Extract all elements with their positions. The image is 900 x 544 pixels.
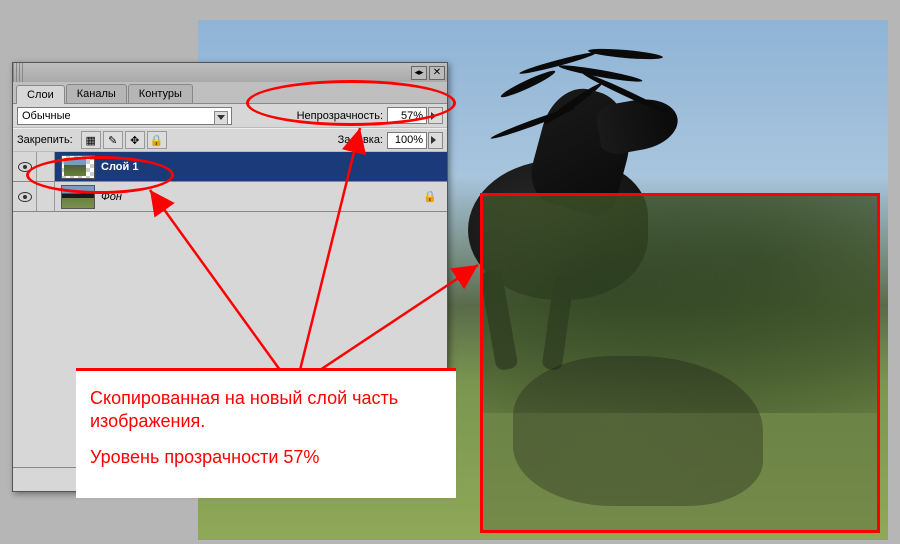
opacity-label: Непрозрачность:	[297, 110, 383, 122]
layer-thumbnail[interactable]	[61, 185, 95, 209]
blend-mode-value: Обычные	[22, 110, 71, 122]
tab-channels[interactable]: Каналы	[66, 84, 127, 103]
layer-name-label[interactable]: Слой 1	[101, 161, 138, 173]
lock-transparency-button[interactable]: ▦	[81, 131, 101, 149]
layer-row[interactable]: Слой 1	[13, 152, 447, 182]
opacity-input[interactable]: 57%	[387, 107, 427, 124]
annotation-text-1: Скопированная на новый слой часть изобра…	[90, 387, 442, 432]
layers-list: Слой 1 Фон 🔒	[13, 152, 447, 212]
tab-paths[interactable]: Контуры	[128, 84, 193, 103]
panel-close-button[interactable]: ✕	[429, 66, 445, 80]
layer-visibility-toggle[interactable]	[13, 182, 37, 211]
blend-mode-select[interactable]: Обычные	[17, 107, 232, 125]
annotation-callout: Скопированная на новый слой часть изобра…	[76, 368, 456, 498]
annotation-text-2: Уровень прозрачности 57%	[90, 446, 442, 469]
layer-link-column[interactable]	[37, 152, 55, 181]
fill-label: Заливка:	[338, 134, 383, 146]
lock-icon: 🔒	[423, 190, 437, 203]
lock-all-button[interactable]: 🔒	[147, 131, 167, 149]
fill-input[interactable]: 100%	[387, 132, 427, 149]
selection-overlay	[480, 193, 880, 533]
layer-link-column[interactable]	[37, 182, 55, 211]
lock-position-button[interactable]: ✥	[125, 131, 145, 149]
layer-name-label[interactable]: Фон	[101, 191, 122, 203]
lock-pixels-button[interactable]: ✎	[103, 131, 123, 149]
panel-grip-icon[interactable]	[13, 63, 23, 82]
layer-visibility-toggle[interactable]	[13, 152, 37, 181]
panel-tabs: Слои Каналы Контуры	[13, 82, 447, 104]
layer-row[interactable]: Фон 🔒	[13, 182, 447, 212]
eye-icon	[18, 162, 32, 172]
eye-icon	[18, 192, 32, 202]
lock-label: Закрепить:	[17, 134, 73, 146]
layer-thumbnail[interactable]	[61, 155, 95, 179]
tab-layers[interactable]: Слои	[16, 85, 65, 104]
panel-titlebar[interactable]: ◂▸ ✕	[13, 63, 447, 82]
panel-menu-button[interactable]: ◂▸	[411, 66, 427, 80]
fill-slider-button[interactable]	[428, 132, 443, 149]
opacity-slider-button[interactable]	[428, 107, 443, 124]
